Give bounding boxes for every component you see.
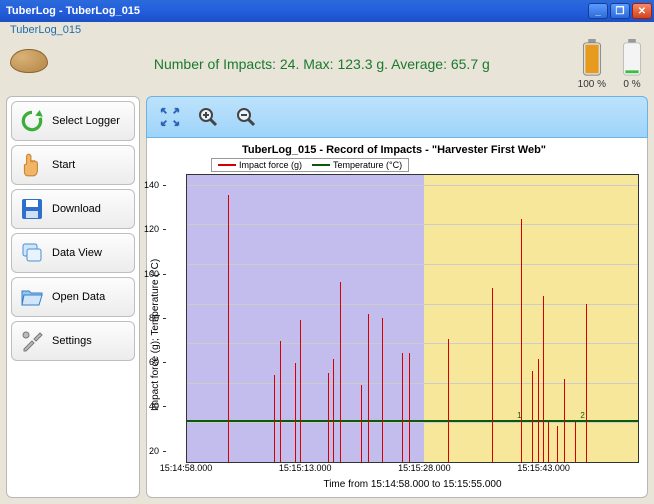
- sidebar: Select Logger Start Download Data View: [6, 96, 140, 498]
- titlebar: TuberLog - TuberLog_015 _ ❐ ✕: [0, 0, 654, 22]
- chart-yaxis: 20406080100120140: [162, 174, 186, 495]
- sidebar-item-label: Open Data: [52, 291, 105, 303]
- chart-panel: TuberLog_015 - Record of Impacts - "Harv…: [146, 96, 648, 498]
- sidebar-item-label: Data View: [52, 247, 102, 259]
- fullscreen-button[interactable]: [155, 102, 185, 132]
- close-button[interactable]: ✕: [632, 3, 652, 19]
- battery-status: 100 % 0 %: [578, 39, 644, 90]
- chart-xtick: 15:15:43.000: [517, 463, 570, 473]
- maximize-button[interactable]: ❐: [610, 3, 630, 19]
- chart-plot-area[interactable]: 12: [186, 174, 639, 463]
- sidebar-item-open-data[interactable]: Open Data: [11, 277, 135, 317]
- minimize-button[interactable]: _: [588, 3, 608, 19]
- refresh-arrow-icon: [18, 107, 46, 135]
- sidebar-item-start[interactable]: Start: [11, 145, 135, 185]
- header: Number of Impacts: 24. Max: 123.3 g. Ave…: [0, 36, 654, 94]
- sidebar-item-data-view[interactable]: Data View: [11, 233, 135, 273]
- folder-open-icon: [18, 283, 46, 311]
- potato-icon: [10, 49, 50, 79]
- chart-legend: Impact force (g) Temperature (°C): [211, 158, 409, 172]
- sidebar-item-label: Select Logger: [52, 115, 120, 127]
- summary-text: Number of Impacts: 24. Max: 123.3 g. Ave…: [66, 56, 578, 72]
- chart-ytick: 140: [144, 180, 162, 190]
- sidebar-item-select-logger[interactable]: Select Logger: [11, 101, 135, 141]
- chart-xaxis: Time from 15:14:58.000 to 15:15:55.000 1…: [186, 463, 639, 495]
- chart-ytick: 60: [149, 357, 162, 367]
- hand-point-icon: [18, 151, 46, 179]
- battery-aux: 0 %: [620, 39, 644, 90]
- expand-arrows-icon: [159, 106, 181, 128]
- chart-ytick: 40: [149, 401, 162, 411]
- sidebar-item-label: Start: [52, 159, 75, 171]
- zoom-in-icon: [196, 105, 220, 129]
- battery-full-icon: [580, 39, 604, 77]
- battery-main-pct: 100 %: [578, 79, 606, 90]
- battery-empty-icon: [620, 39, 644, 77]
- battery-aux-pct: 0 %: [623, 79, 640, 90]
- legend-series-1: Impact force (g): [239, 160, 302, 170]
- legend-series-2: Temperature (°C): [333, 160, 402, 170]
- chart-xlabel: Time from 15:14:58.000 to 15:15:55.000: [186, 479, 639, 490]
- window-title: TuberLog - TuberLog_015: [6, 5, 586, 17]
- breadcrumb: TuberLog_015: [0, 22, 654, 36]
- chart-toolbar: [146, 96, 648, 138]
- chart-xtick: 15:14:58.000: [160, 463, 213, 473]
- chart-title: TuberLog_015 - Record of Impacts - "Harv…: [149, 144, 639, 156]
- chart-xtick: 15:15:28.000: [398, 463, 451, 473]
- chart-ytick: 120: [144, 224, 162, 234]
- sidebar-item-settings[interactable]: Settings: [11, 321, 135, 361]
- sidebar-item-download[interactable]: Download: [11, 189, 135, 229]
- tools-icon: [18, 327, 46, 355]
- chart-pane: TuberLog_015 - Record of Impacts - "Harv…: [146, 138, 648, 498]
- sidebar-item-label: Download: [52, 203, 101, 215]
- chart-xtick: 15:15:13.000: [279, 463, 332, 473]
- zoom-in-button[interactable]: [193, 102, 223, 132]
- chart-ytick: 100: [144, 269, 162, 279]
- zoom-out-icon: [234, 105, 258, 129]
- windows-stack-icon: [18, 239, 46, 267]
- sidebar-item-label: Settings: [52, 335, 92, 347]
- battery-main: 100 %: [578, 39, 606, 90]
- chart-ytick: 20: [149, 446, 162, 456]
- zoom-out-button[interactable]: [231, 102, 261, 132]
- chart-ytick: 80: [149, 313, 162, 323]
- save-disk-icon: [18, 195, 46, 223]
